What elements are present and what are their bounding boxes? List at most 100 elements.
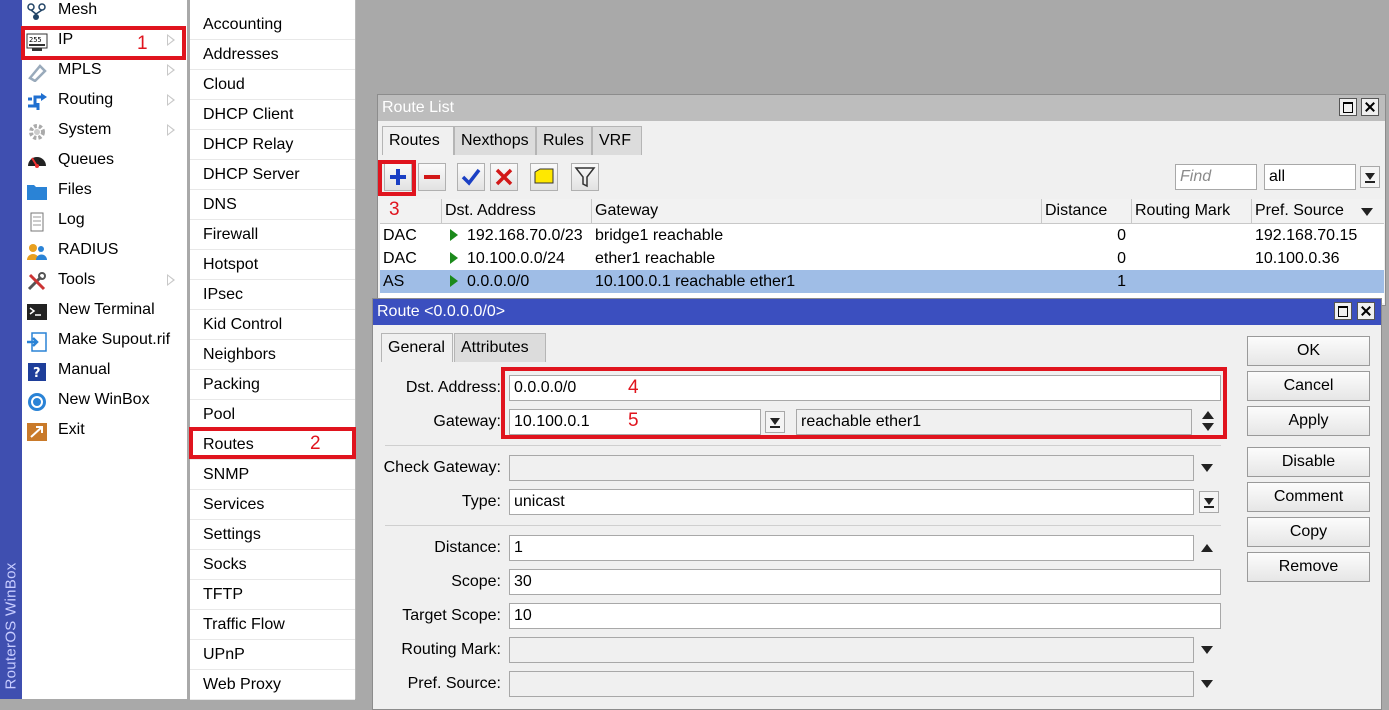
submenu-item-upnp[interactable]: UPnP xyxy=(190,640,355,670)
menu-item-system[interactable]: System xyxy=(22,117,187,147)
table-row-selected[interactable]: AS 0.0.0.0/0 10.100.0.1 reachable ether1… xyxy=(380,270,1384,293)
disable-button[interactable] xyxy=(490,163,518,191)
header-gateway[interactable]: Gateway xyxy=(592,199,1042,223)
annotation-number-3: 3 xyxy=(389,199,400,220)
tab-vrf[interactable]: VRF xyxy=(592,126,642,155)
close-icon[interactable] xyxy=(1357,302,1375,320)
submenu-item-socks[interactable]: Socks xyxy=(190,550,355,580)
distance-collapse-icon[interactable] xyxy=(1201,544,1213,552)
enable-button[interactable] xyxy=(457,163,485,191)
check-gateway-dropdown-icon[interactable] xyxy=(1201,464,1213,472)
menu-item-tools[interactable]: Tools xyxy=(22,267,187,297)
submenu-item-neighbors[interactable]: Neighbors xyxy=(190,340,355,370)
submenu-item-cloud[interactable]: Cloud xyxy=(190,70,355,100)
distance-input[interactable]: 1 xyxy=(509,535,1194,561)
submenu-arrow-icon xyxy=(167,64,175,76)
remove-button[interactable] xyxy=(418,163,446,191)
submenu-item-ipsec[interactable]: IPsec xyxy=(190,280,355,310)
header-distance[interactable]: Distance xyxy=(1042,199,1132,223)
submenu-item-label: Accounting xyxy=(203,16,283,33)
annotation-box-ip xyxy=(21,26,186,60)
find-input[interactable]: Find xyxy=(1175,164,1257,190)
table-row[interactable]: DAC 192.168.70.0/23 bridge1 reachable 0 … xyxy=(380,224,1384,247)
comment-button[interactable] xyxy=(530,163,558,191)
submenu-item-dhcp-server[interactable]: DHCP Server xyxy=(190,160,355,190)
comment-button[interactable]: Comment xyxy=(1247,482,1370,512)
submenu-item-label: UPnP xyxy=(203,646,245,663)
submenu-item-traffic-flow[interactable]: Traffic Flow xyxy=(190,610,355,640)
type-dropdown-icon[interactable] xyxy=(1199,491,1219,513)
table-row[interactable]: DAC 10.100.0.0/24 ether1 reachable 0 10.… xyxy=(380,247,1384,270)
menu-item-log[interactable]: Log xyxy=(22,207,187,237)
submenu-item-pool[interactable]: Pool xyxy=(190,400,355,430)
type-select[interactable]: unicast xyxy=(509,489,1194,515)
tab-nexthops[interactable]: Nexthops xyxy=(454,126,536,155)
submenu-item-label: Packing xyxy=(203,376,260,393)
apply-button[interactable]: Apply xyxy=(1247,406,1370,436)
submenu-item-dhcp-relay[interactable]: DHCP Relay xyxy=(190,130,355,160)
header-label: Dst. Address xyxy=(445,202,536,219)
menu-item-make-supout[interactable]: Make Supout.rif xyxy=(22,327,187,357)
menu-item-exit[interactable]: Exit xyxy=(22,417,187,447)
header-routing-mark[interactable]: Routing Mark xyxy=(1132,199,1252,223)
submenu-item-web-proxy[interactable]: Web Proxy xyxy=(190,670,355,700)
submenu-item-settings[interactable]: Settings xyxy=(190,520,355,550)
terminal-icon xyxy=(27,304,47,320)
submenu-item-dns[interactable]: DNS xyxy=(190,190,355,220)
menu-item-radius[interactable]: RADIUS xyxy=(22,237,187,267)
submenu-item-dhcp-client[interactable]: DHCP Client xyxy=(190,100,355,130)
submenu-item-hotspot[interactable]: Hotspot xyxy=(190,250,355,280)
submenu-item-accounting[interactable]: Accounting xyxy=(190,10,355,40)
submenu-item-kid-control[interactable]: Kid Control xyxy=(190,310,355,340)
svg-text:?: ? xyxy=(33,366,41,381)
route-list-titlebar[interactable]: Route List xyxy=(378,95,1385,121)
filter-dropdown-icon[interactable] xyxy=(1360,166,1380,188)
tab-routes[interactable]: Routes xyxy=(382,126,454,155)
menu-item-new-terminal[interactable]: New Terminal xyxy=(22,297,187,327)
submenu-item-label: DNS xyxy=(203,196,237,213)
disable-button[interactable]: Disable xyxy=(1247,447,1370,477)
menu-item-new-winbox[interactable]: New WinBox xyxy=(22,387,187,417)
column-menu-icon[interactable] xyxy=(1361,208,1373,216)
pref-source-dropdown-icon[interactable] xyxy=(1201,680,1213,688)
menu-item-files[interactable]: Files xyxy=(22,177,187,207)
tab-rules[interactable]: Rules xyxy=(536,126,592,155)
header-dst-address[interactable]: Dst. Address xyxy=(442,199,592,223)
menu-item-mesh[interactable]: Mesh xyxy=(22,0,187,27)
routing-mark-dropdown-icon[interactable] xyxy=(1201,646,1213,654)
menu-item-routing[interactable]: Routing xyxy=(22,87,187,117)
route-list-window: Route List Routes Nexthops Rules VRF Fin… xyxy=(377,94,1386,306)
submenu-item-snmp[interactable]: SNMP xyxy=(190,460,355,490)
submenu-item-label: Hotspot xyxy=(203,256,259,273)
routing-mark-select[interactable] xyxy=(509,637,1194,663)
queues-icon xyxy=(28,157,46,168)
submenu-item-services[interactable]: Services xyxy=(190,490,355,520)
check-gateway-select[interactable] xyxy=(509,455,1194,481)
label-scope: Scope: xyxy=(451,573,501,590)
submenu-item-packing[interactable]: Packing xyxy=(190,370,355,400)
filter-button[interactable] xyxy=(571,163,599,191)
tab-attributes[interactable]: Attributes xyxy=(454,333,546,362)
menu-item-manual[interactable]: ? Manual xyxy=(22,357,187,387)
submenu-item-addresses[interactable]: Addresses xyxy=(190,40,355,70)
cancel-button[interactable]: Cancel xyxy=(1247,371,1370,401)
tab-label: VRF xyxy=(599,132,631,149)
scope-input[interactable]: 30 xyxy=(509,569,1221,595)
maximize-icon[interactable] xyxy=(1334,302,1352,320)
target-scope-input[interactable]: 10 xyxy=(509,603,1221,629)
submenu-item-tftp[interactable]: TFTP xyxy=(190,580,355,610)
route-dialog-titlebar[interactable]: Route <0.0.0.0/0> xyxy=(373,299,1381,325)
maximize-icon[interactable] xyxy=(1339,98,1357,116)
menu-item-mpls[interactable]: MPLS xyxy=(22,57,187,87)
submenu-item-label: Settings xyxy=(203,526,261,543)
tab-general[interactable]: General xyxy=(381,333,453,362)
close-icon[interactable] xyxy=(1361,98,1379,116)
menu-item-queues[interactable]: Queues xyxy=(22,147,187,177)
submenu-item-firewall[interactable]: Firewall xyxy=(190,220,355,250)
pref-source-select[interactable] xyxy=(509,671,1194,697)
remove-button[interactable]: Remove xyxy=(1247,552,1370,582)
filter-select[interactable]: all xyxy=(1264,164,1356,190)
ok-button[interactable]: OK xyxy=(1247,336,1370,366)
copy-button[interactable]: Copy xyxy=(1247,517,1370,547)
field-value: unicast xyxy=(514,493,565,510)
